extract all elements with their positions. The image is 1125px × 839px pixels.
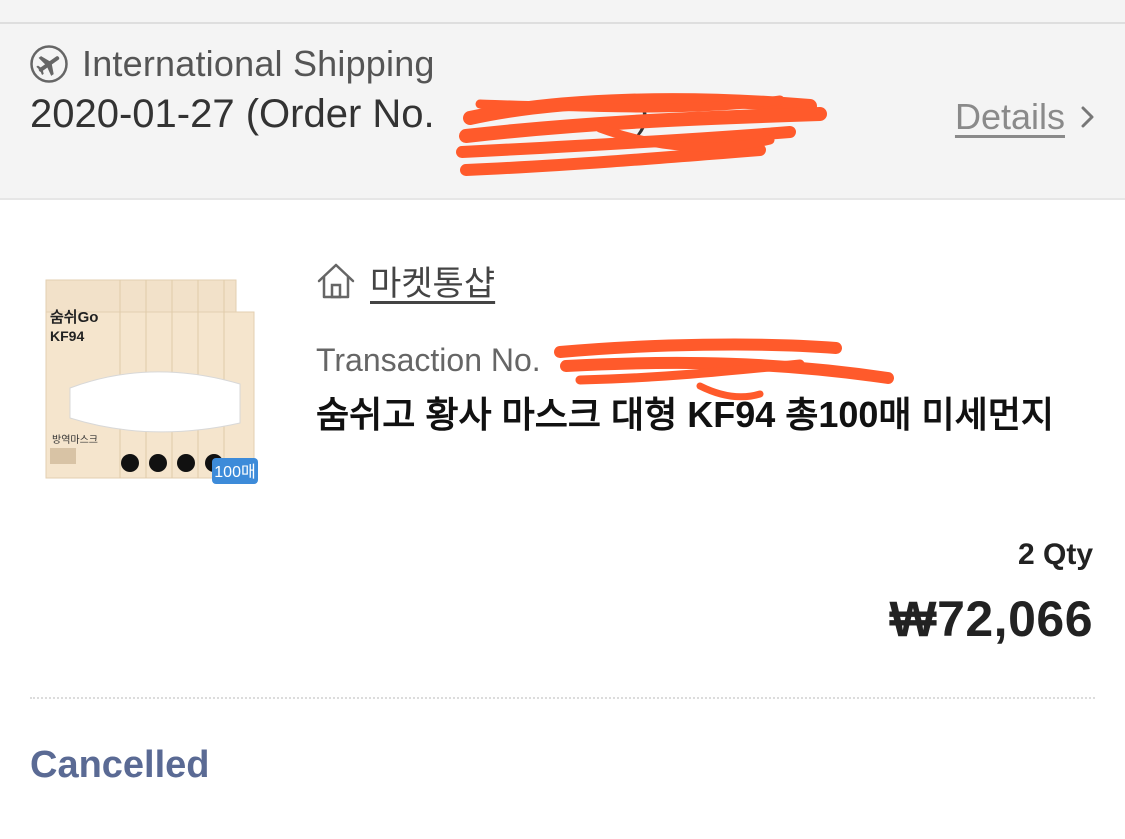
transaction-label: Transaction No. <box>316 342 541 378</box>
plane-icon <box>30 45 68 83</box>
order-date: 2020-01-27 <box>30 92 235 136</box>
quantity-badge: 100매 <box>212 458 258 484</box>
box-footer: 방역마스크 <box>52 434 98 446</box>
details-label: Details <box>954 96 1065 137</box>
seller-link[interactable]: 마켓통샵 <box>316 256 495 305</box>
shipping-row: International Shipping <box>30 43 435 84</box>
shipping-label: International Shipping <box>82 43 435 84</box>
seller-name: 마켓통샵 <box>370 265 496 303</box>
order-prefix: (Order No. <box>245 92 435 136</box>
order-suffix: ) <box>635 92 650 136</box>
order-line: 2020-01-27 (Order No. ) <box>30 92 649 137</box>
house-icon <box>316 261 356 301</box>
transaction-line: Transaction No. <box>316 342 541 379</box>
details-link[interactable]: Details <box>955 96 1097 138</box>
divider <box>30 697 1095 699</box>
chevron-right-icon <box>1079 102 1097 132</box>
quantity-text: 2 Qty <box>1017 538 1093 571</box>
product-title[interactable]: 숨쉬고 황사 마스크 대형 KF94 총100매 미세먼지 <box>316 392 1086 438</box>
box-grade: KF94 <box>50 328 84 344</box>
price-text: ₩72,066 <box>889 591 1093 647</box>
box-brand: 숨쉬Go <box>50 309 98 326</box>
quantity-badge-text: 100매 <box>214 463 255 481</box>
product-thumbnail[interactable]: 숨쉬Go KF94 방역마스크 100매 <box>40 278 262 488</box>
order-status: Cancelled <box>30 744 210 786</box>
top-strip <box>0 0 1125 24</box>
